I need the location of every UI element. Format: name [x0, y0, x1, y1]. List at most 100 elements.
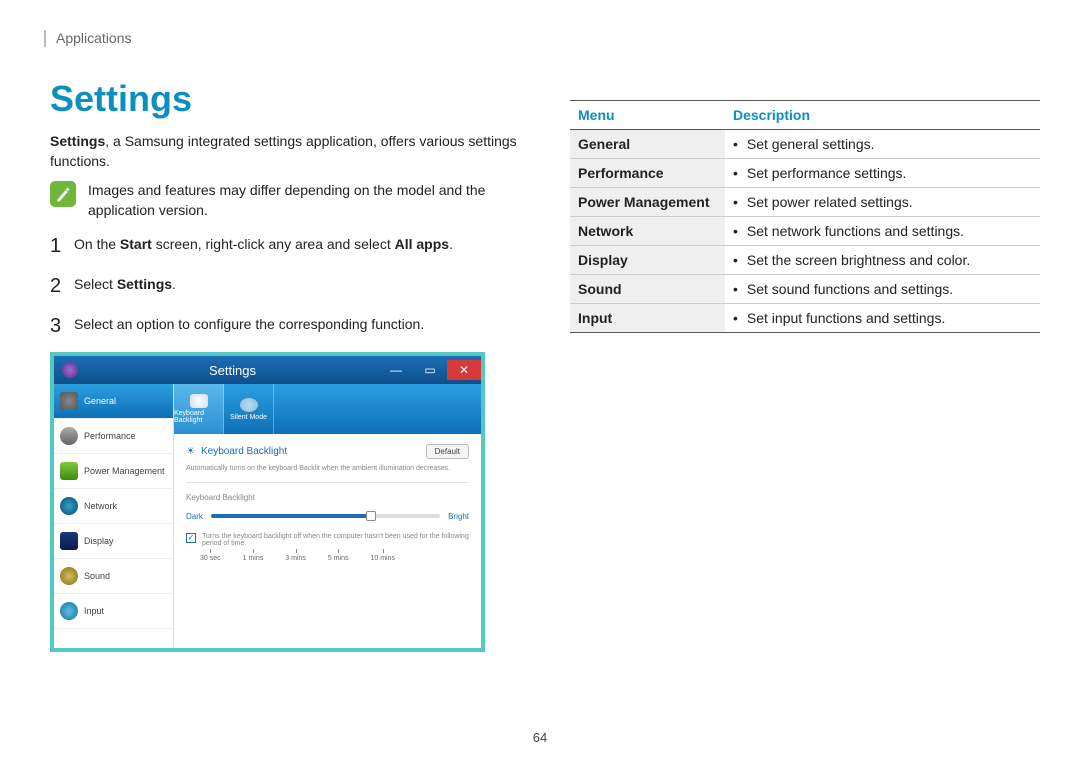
- table-cell-description: • Set general settings.: [725, 130, 1040, 159]
- sidebar-item-performance[interactable]: Performance: [54, 419, 173, 454]
- settings-sidebar: General Performance Power Management Net…: [54, 384, 174, 648]
- tab-label: Silent Mode: [230, 414, 267, 421]
- sidebar-item-label: Network: [84, 501, 117, 511]
- table-header-description: Description: [725, 101, 1040, 130]
- table-cell-menu: General: [570, 130, 725, 159]
- checkbox-label: Turns the keyboard backlight off when th…: [202, 533, 469, 547]
- slider-label-dark: Dark: [186, 512, 203, 521]
- step-number: 1: [50, 232, 74, 260]
- step3-text: Select an option to configure the corres…: [74, 312, 520, 335]
- gauge-icon: [60, 427, 78, 445]
- settings-tabs: Keyboard Backlight Silent Mode: [174, 384, 481, 434]
- note-row: Images and features may differ depending…: [50, 181, 520, 220]
- table-cell-description: • Set performance settings.: [725, 159, 1040, 188]
- step-number: 2: [50, 272, 74, 300]
- monitor-icon: [60, 532, 78, 550]
- table-cell-menu: Sound: [570, 275, 725, 304]
- tick-5min: 5 mins: [328, 555, 349, 562]
- sidebar-item-sound[interactable]: Sound: [54, 559, 173, 594]
- intro-bold: Settings: [50, 133, 105, 149]
- table-row: Network• Set network functions and setti…: [570, 217, 1040, 246]
- app-icon: [62, 362, 78, 378]
- step-1: 1 On the Start screen, right-click any a…: [50, 232, 520, 260]
- intro-rest: , a Samsung integrated settings applicat…: [50, 133, 517, 169]
- hand-icon: [60, 602, 78, 620]
- section-label: Keyboard Backlight: [186, 493, 469, 502]
- brightness-slider[interactable]: [211, 514, 440, 518]
- globe-icon: [60, 497, 78, 515]
- sidebar-item-label: Performance: [84, 431, 136, 441]
- table-row: Power Management• Set power related sett…: [570, 188, 1040, 217]
- window-titlebar: Settings — ▭ ✕: [54, 356, 481, 384]
- table-cell-menu: Power Management: [570, 188, 725, 217]
- intro-paragraph: Settings, a Samsung integrated settings …: [50, 132, 520, 171]
- breadcrumb: Applications: [44, 30, 132, 47]
- table-cell-description: • Set power related settings.: [725, 188, 1040, 217]
- table-row: Sound• Set sound functions and settings.: [570, 275, 1040, 304]
- table-cell-description: • Set network functions and settings.: [725, 217, 1040, 246]
- step-2: 2 Select Settings.: [50, 272, 520, 300]
- sidebar-item-label: Sound: [84, 571, 110, 581]
- default-button[interactable]: Default: [426, 444, 469, 459]
- step1-part-a: On the: [74, 236, 120, 252]
- sidebar-item-power[interactable]: Power Management: [54, 454, 173, 489]
- tab-silent-mode[interactable]: Silent Mode: [224, 384, 274, 434]
- page-number: 64: [0, 730, 1080, 745]
- sidebar-item-input[interactable]: Input: [54, 594, 173, 629]
- step2-bold-settings: Settings: [117, 276, 172, 292]
- step1-part-c: screen, right-click any area and select: [152, 236, 395, 252]
- slider-label-bright: Bright: [448, 512, 469, 521]
- sidebar-item-label: Input: [84, 606, 104, 616]
- table-cell-menu: Display: [570, 246, 725, 275]
- table-cell-description: • Set input functions and settings.: [725, 304, 1040, 333]
- table-header-menu: Menu: [570, 101, 725, 130]
- sidebar-item-network[interactable]: Network: [54, 489, 173, 524]
- tick-1min: 1 mins: [243, 555, 264, 562]
- table-cell-menu: Input: [570, 304, 725, 333]
- page-title: Settings: [50, 78, 520, 120]
- sidebar-item-display[interactable]: Display: [54, 524, 173, 559]
- menu-description-table: Menu Description General• Set general se…: [570, 100, 1040, 333]
- table-cell-menu: Performance: [570, 159, 725, 188]
- battery-icon: [60, 462, 78, 480]
- speaker-icon: [60, 567, 78, 585]
- silent-mode-icon: [240, 398, 258, 412]
- settings-app-screenshot: Settings — ▭ ✕ General Performance: [50, 352, 485, 652]
- table-row: Performance• Set performance settings.: [570, 159, 1040, 188]
- table-cell-description: • Set the screen brightness and color.: [725, 246, 1040, 275]
- minimize-button[interactable]: —: [379, 360, 413, 380]
- sun-icon: ☀: [186, 446, 195, 457]
- sidebar-item-label: Power Management: [84, 466, 165, 476]
- table-row: General• Set general settings.: [570, 130, 1040, 159]
- step-3: 3 Select an option to configure the corr…: [50, 312, 520, 340]
- maximize-button[interactable]: ▭: [413, 360, 447, 380]
- keyboard-backlight-icon: [190, 394, 208, 408]
- sidebar-item-general[interactable]: General: [54, 384, 173, 419]
- table-cell-description: • Set sound functions and settings.: [725, 275, 1040, 304]
- step-number: 3: [50, 312, 74, 340]
- panel-title: Keyboard Backlight: [201, 446, 287, 457]
- close-button[interactable]: ✕: [447, 360, 481, 380]
- timeout-ticks[interactable]: 30 sec 1 mins 3 mins 5 mins 10 mins: [186, 555, 469, 562]
- note-icon: [50, 181, 76, 207]
- step1-bold-start: Start: [120, 236, 152, 252]
- tick-30sec: 30 sec: [200, 555, 221, 562]
- note-text: Images and features may differ depending…: [88, 181, 520, 220]
- tab-label: Keyboard Backlight: [174, 410, 223, 424]
- sidebar-item-label: General: [84, 396, 116, 406]
- window-title: Settings: [86, 363, 379, 378]
- timeout-checkbox[interactable]: ✓: [186, 533, 196, 543]
- gear-icon: [60, 392, 78, 410]
- step2-part-c: .: [172, 276, 176, 292]
- panel-description: Automatically turns on the keyboard Back…: [186, 465, 469, 482]
- step1-part-e: .: [449, 236, 453, 252]
- step1-bold-allapps: All apps: [395, 236, 449, 252]
- tab-keyboard-backlight[interactable]: Keyboard Backlight: [174, 384, 224, 434]
- tick-3min: 3 mins: [285, 555, 306, 562]
- table-row: Input• Set input functions and settings.: [570, 304, 1040, 333]
- table-cell-menu: Network: [570, 217, 725, 246]
- table-row: Display• Set the screen brightness and c…: [570, 246, 1040, 275]
- step2-part-a: Select: [74, 276, 117, 292]
- tick-10min: 10 mins: [371, 555, 396, 562]
- sidebar-item-label: Display: [84, 536, 114, 546]
